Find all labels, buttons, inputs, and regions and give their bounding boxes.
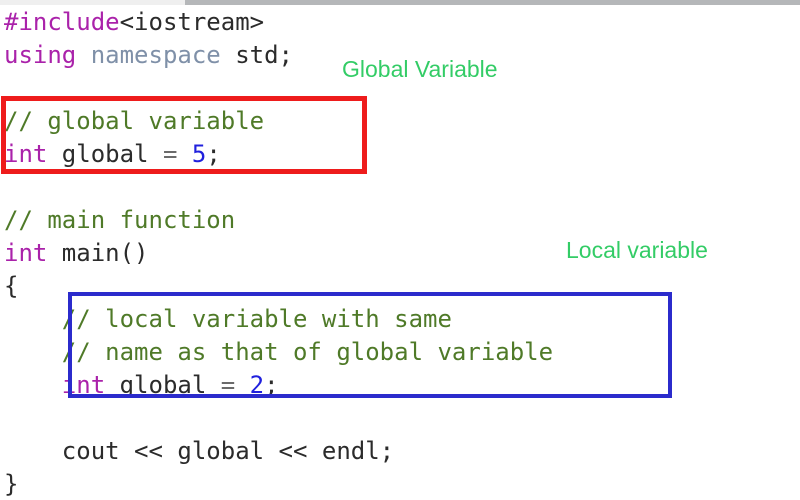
annotation-global-variable: Global Variable bbox=[342, 56, 498, 82]
line-blank-3 bbox=[4, 402, 794, 435]
code-token-plain: <iostream> bbox=[119, 8, 265, 36]
highlight-box-global bbox=[1, 96, 367, 174]
highlight-box-local bbox=[68, 292, 672, 398]
line-comment-main: // main function bbox=[4, 204, 794, 237]
top-strip-right bbox=[185, 0, 800, 5]
code-token-plain: cout << global << endl; bbox=[4, 437, 395, 465]
top-strip-left bbox=[0, 0, 185, 5]
line-blank-2 bbox=[4, 171, 794, 204]
code-screenshot: #include<iostream> using namespace std;//… bbox=[0, 0, 800, 500]
code-token-preprocessor: #include bbox=[4, 8, 120, 36]
code-token-plain: std; bbox=[235, 41, 293, 69]
code-token-comment: // main function bbox=[4, 206, 236, 234]
code-token-plain: main() bbox=[47, 239, 149, 267]
code-token-keyword: int bbox=[4, 239, 48, 267]
annotation-local-variable: Local variable bbox=[566, 237, 708, 263]
code-token-plain: } bbox=[4, 470, 19, 498]
line-close-brace: } bbox=[4, 468, 794, 500]
line-include: #include<iostream> bbox=[4, 6, 794, 39]
line-cout: cout << global << endl; bbox=[4, 435, 794, 468]
code-token-plain: { bbox=[4, 272, 19, 300]
code-token-keyword: using bbox=[4, 41, 77, 69]
code-token-keyword_secondary: namespace bbox=[90, 41, 221, 69]
